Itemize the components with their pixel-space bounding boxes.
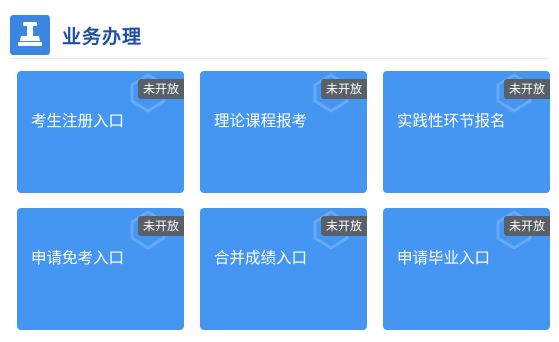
status-badge: 未开放 (137, 216, 184, 236)
card-register[interactable]: 考生注册入口 未开放 (17, 71, 184, 193)
status-badge: 未开放 (320, 216, 367, 236)
status-badge: 未开放 (320, 79, 367, 99)
status-badge: 未开放 (503, 216, 550, 236)
card-course-registration[interactable]: 理论课程报考 未开放 (200, 71, 367, 193)
card-label: 理论课程报考 (214, 112, 308, 130)
stamp-icon (10, 15, 50, 55)
card-graduation[interactable]: 申请毕业入口 未开放 (383, 208, 550, 330)
card-label: 申请毕业入口 (397, 249, 491, 267)
card-practice-registration[interactable]: 实践性环节报名 未开放 (383, 71, 550, 193)
section-header: 业务办理 (10, 12, 142, 58)
card-exemption[interactable]: 申请免考入口 未开放 (17, 208, 184, 330)
card-label: 实践性环节报名 (397, 112, 506, 130)
status-badge: 未开放 (503, 79, 550, 99)
card-label: 考生注册入口 (31, 112, 125, 130)
card-label: 合并成绩入口 (214, 249, 308, 267)
status-badge: 未开放 (137, 79, 184, 99)
business-page: 业务办理 考生注册入口 未开放 理论课程报考 未开放 实践性环节报名 未开放 申… (0, 0, 559, 342)
card-merge-scores[interactable]: 合并成绩入口 未开放 (200, 208, 367, 330)
service-grid: 考生注册入口 未开放 理论课程报考 未开放 实践性环节报名 未开放 申请免考入口… (17, 71, 550, 330)
section-title: 业务办理 (62, 25, 143, 48)
card-label: 申请免考入口 (31, 249, 125, 267)
header-divider (10, 58, 549, 59)
